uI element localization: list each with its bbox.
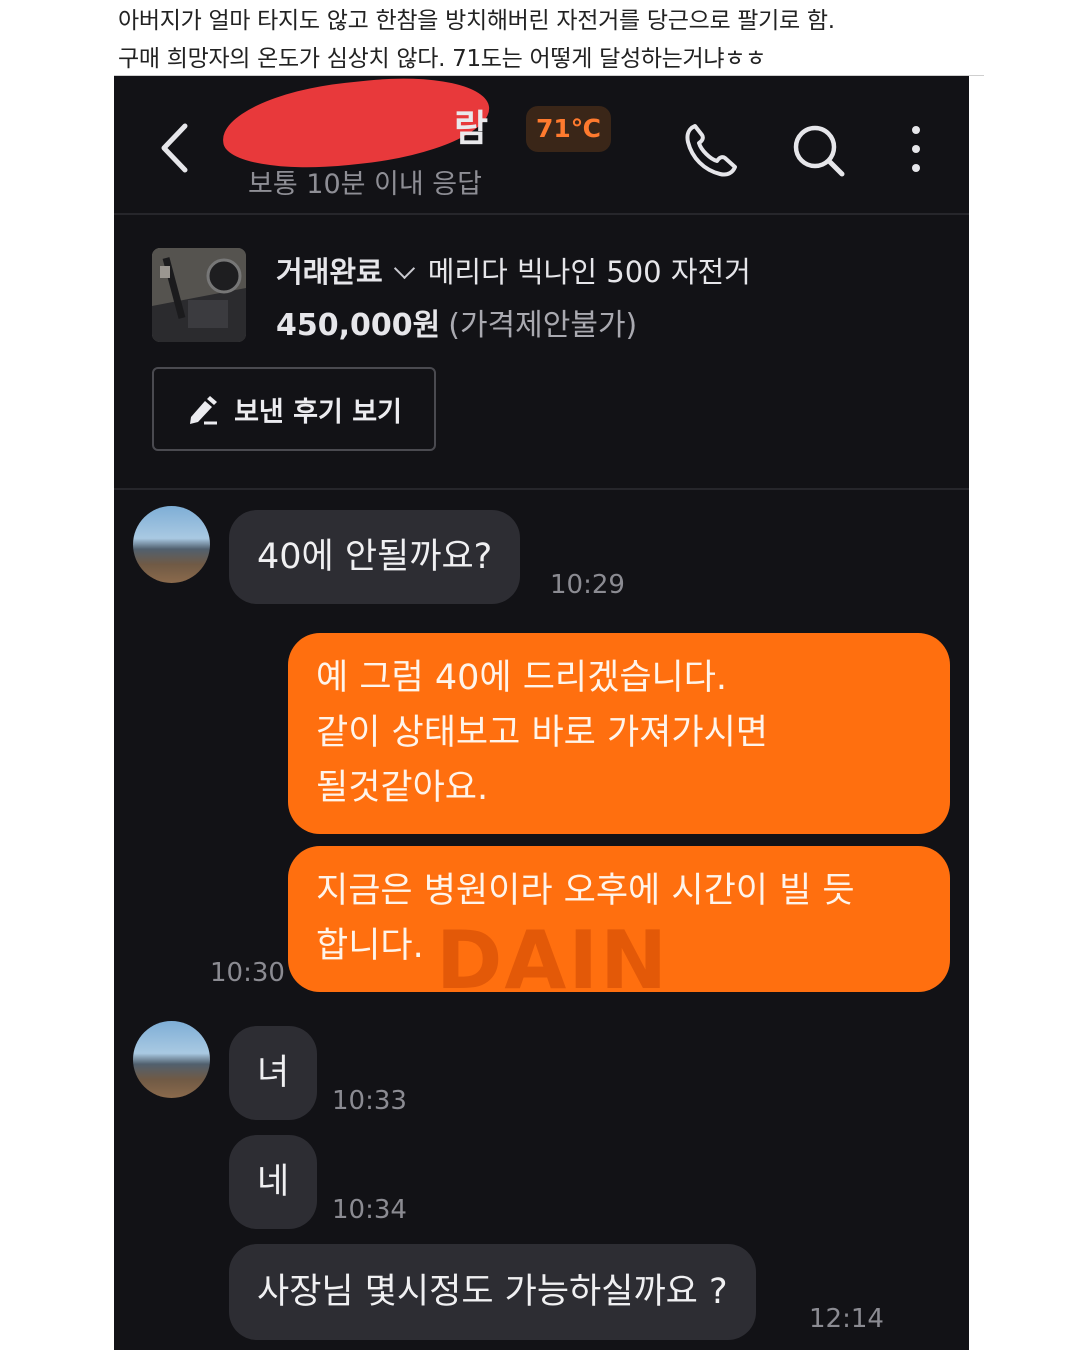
response-time-note: 보통 10분 이내 응답 — [248, 169, 482, 200]
message-line: 지금은 병원이라 오후에 시간이 빌 듯 — [316, 871, 855, 911]
message-line: 같이 상태보고 바로 가져가시면 — [316, 713, 768, 753]
back-button[interactable] — [152, 116, 202, 180]
message-bubble-incoming: 네 — [229, 1135, 318, 1229]
price-note: (가격제안불가) — [448, 308, 638, 343]
review-button-label: 보낸 후기 보기 — [234, 396, 402, 428]
message-bubble-incoming: 사장님 몇시정도 가능하실까요 ? — [229, 1244, 756, 1340]
product-title: 메리다 빅나인 500 자전거 — [427, 255, 751, 289]
avatar[interactable] — [133, 1021, 210, 1098]
chat-partner-name: 람 — [454, 107, 489, 150]
more-button[interactable] — [886, 120, 946, 180]
phone-icon — [685, 124, 737, 177]
post-caption: 아버지가 얼마 타지도 않고 한참을 방치해버린 자전거를 당근으로 팔기로 함… — [118, 2, 998, 78]
call-button[interactable] — [680, 120, 740, 180]
product-price-row: 450,000원 (가격제안불가) — [276, 300, 637, 344]
caption-line-1: 아버지가 얼마 타지도 않고 한참을 방치해버린 자전거를 당근으로 팔기로 함… — [118, 8, 835, 34]
card-divider — [114, 488, 969, 490]
chevron-down-icon[interactable] — [393, 257, 415, 280]
more-icon — [912, 126, 920, 172]
message-bubble-incoming: 40에 안될까요? — [229, 510, 521, 604]
search-button[interactable] — [788, 120, 848, 180]
avatar[interactable] — [133, 506, 210, 583]
message-line: 예 그럼 40에 드리겠습니다. — [316, 658, 728, 698]
view-sent-review-button[interactable]: 보낸 후기 보기 — [152, 367, 436, 451]
product-price: 450,000원 — [276, 308, 441, 343]
product-thumbnail[interactable] — [152, 248, 246, 342]
bicycle-photo — [152, 248, 246, 342]
watermark-text: DAIN — [436, 914, 670, 1007]
message-bubble-outgoing: 예 그럼 40에 드리겠습니다. 같이 상태보고 바로 가져가시면 될것같아요. — [288, 633, 950, 834]
product-status-row: 거래완료 메리다 빅나인 500 자전거 — [276, 249, 751, 291]
trade-status-dropdown[interactable]: 거래완료 — [276, 255, 383, 289]
message-line: 될것같아요. — [316, 768, 489, 808]
chat-screen: 람 71℃ 보통 10분 이내 응답 거래완료 메리다 빅나인 500 자전거 … — [114, 76, 969, 1350]
message-bubble-incoming: 녀 — [229, 1026, 318, 1120]
message-time: 10:30 — [210, 958, 285, 988]
message-time: 12:14 — [809, 1304, 884, 1334]
caption-line-2: 구매 희망자의 온도가 심상치 않다. 71도는 어떻게 달성하는거냐ㅎㅎ — [118, 46, 766, 72]
back-icon — [161, 123, 188, 173]
message-time: 10:33 — [332, 1086, 407, 1116]
message-time: 10:34 — [332, 1195, 407, 1225]
message-time: 10:29 — [550, 570, 625, 600]
manner-temperature-badge: 71℃ — [526, 106, 612, 152]
header-divider — [114, 213, 969, 215]
pencil-icon — [190, 396, 218, 425]
search-icon — [793, 125, 845, 177]
